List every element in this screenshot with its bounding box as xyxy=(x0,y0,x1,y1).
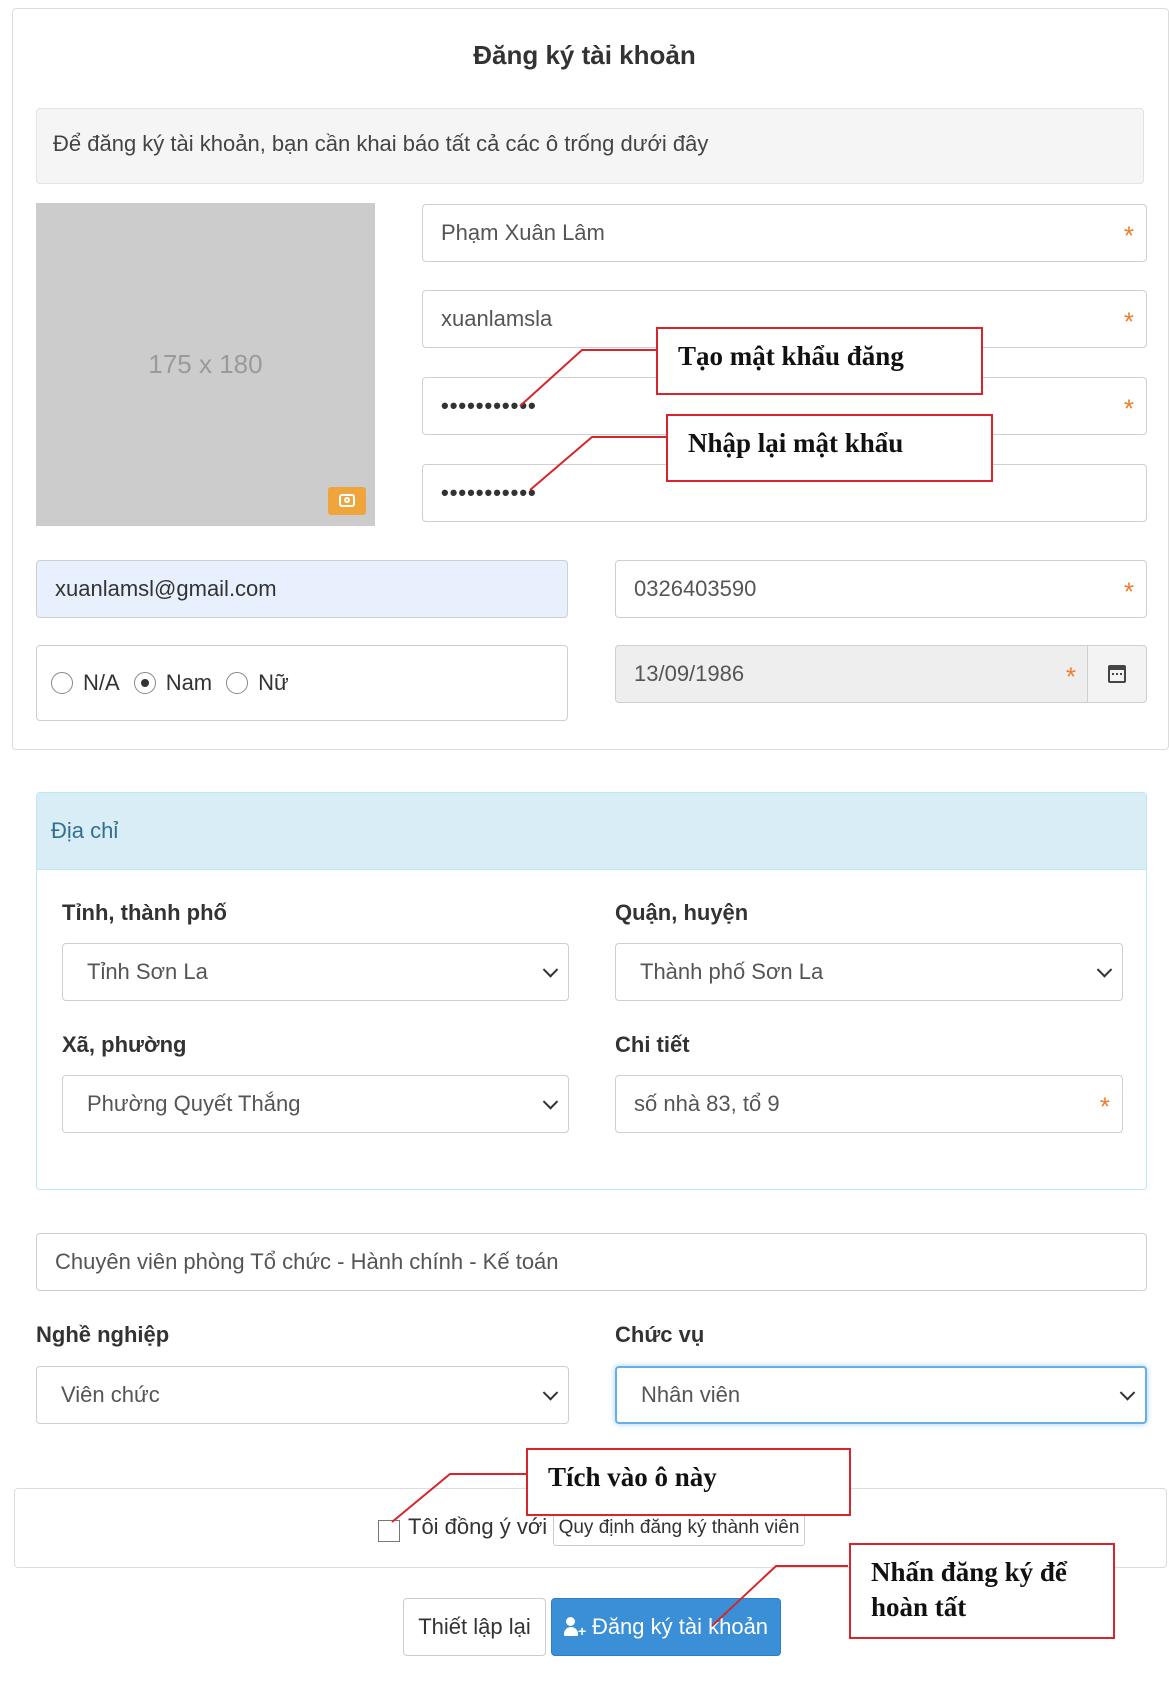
callout-create-password: Tạo mật khẩu đăng xyxy=(656,327,983,395)
leader-line-checkbox xyxy=(391,1473,526,1523)
callout-tick-checkbox: Tích vào ô này xyxy=(526,1448,851,1516)
callout-click-register: Nhấn đăng ký để hoàn tất xyxy=(849,1543,1115,1639)
leader-line-password xyxy=(519,349,656,407)
leader-line-register xyxy=(711,1565,848,1627)
leader-line-confirm xyxy=(529,436,666,491)
callout-retype-password: Nhập lại mật khẩu xyxy=(666,414,993,482)
